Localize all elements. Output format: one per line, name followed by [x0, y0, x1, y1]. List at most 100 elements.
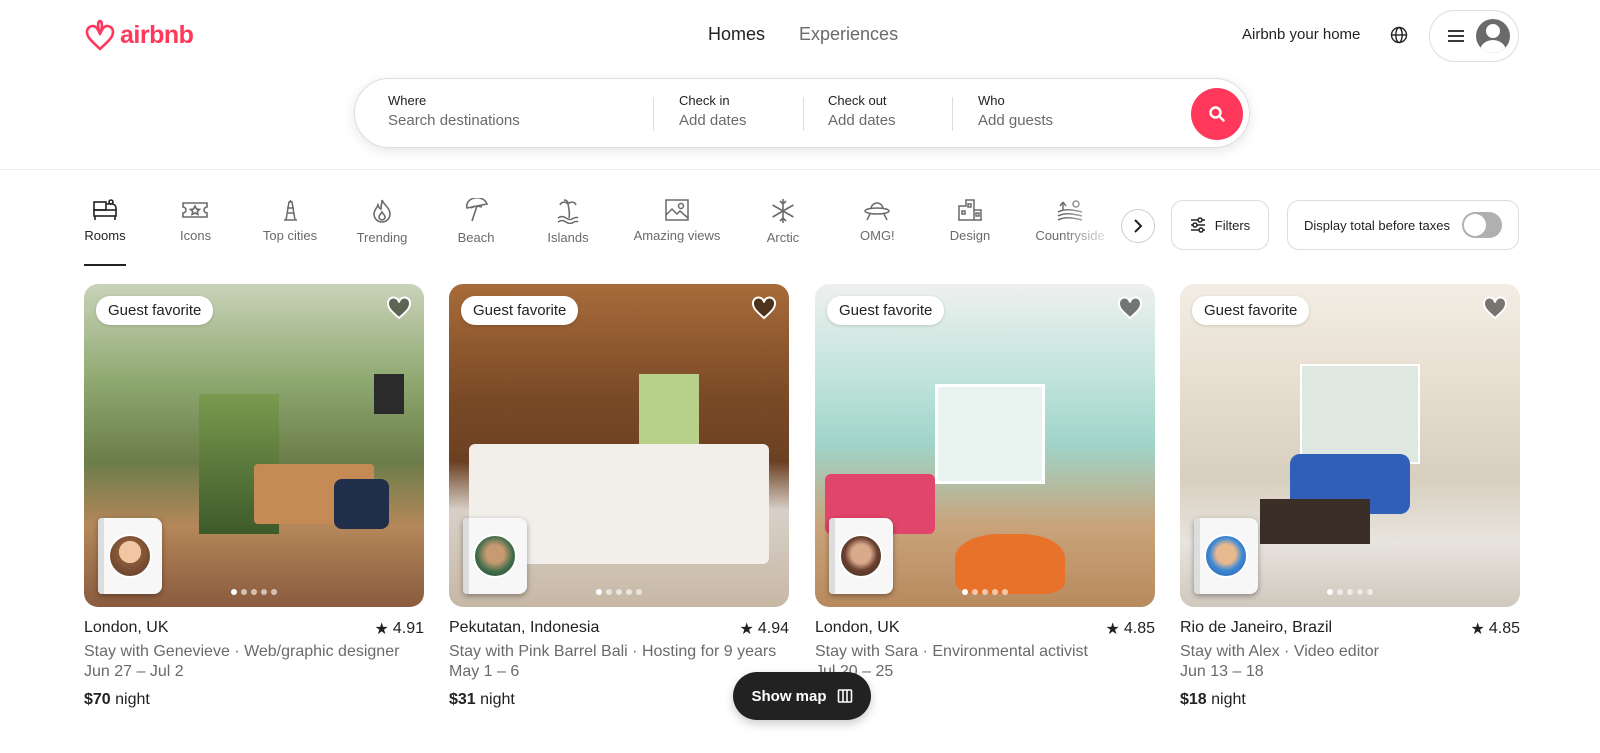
category-icons[interactable]: Icons [180, 198, 212, 243]
category-label: Arctic [766, 230, 800, 245]
umbrella-icon [465, 198, 489, 222]
listing-price: $18 night [1180, 691, 1520, 709]
listing-card[interactable]: Guest favorite Rio de Janeiro, Brazil ★ 4… [1180, 284, 1520, 709]
check-in-field[interactable]: Check in Add dates [679, 93, 747, 129]
sliders-icon [1190, 217, 1205, 233]
header: airbnb Homes Experiences Airbnb your hom… [0, 0, 1600, 170]
category-label: Beach [457, 230, 495, 245]
listing-host-line: Stay with Genevieve · Web/graphic design… [84, 643, 400, 660]
search-icon [1209, 106, 1225, 122]
listing-rating: ★ 4.85 [1106, 619, 1155, 639]
price-unit: night [480, 691, 515, 708]
host-card [98, 518, 162, 594]
guest-favorite-badge: Guest favorite [1192, 296, 1310, 325]
listing-photo[interactable]: Guest favorite [84, 284, 424, 607]
ticket-icon [182, 202, 208, 218]
airbnb-your-home-link[interactable]: Airbnb your home [1242, 26, 1360, 43]
tower-icon [284, 200, 297, 221]
check-out-placeholder: Add dates [828, 112, 896, 129]
listing-photo[interactable]: Guest favorite [1180, 284, 1520, 607]
category-islands[interactable]: Islands [546, 198, 590, 245]
listing-card[interactable]: Guest favorite London, UK ★ 4.85 Stay wit… [815, 284, 1155, 709]
search-button[interactable] [1191, 88, 1243, 140]
where-placeholder: Search destinations [388, 112, 520, 129]
guest-favorite-badge: Guest favorite [827, 296, 945, 325]
logo-text: airbnb [120, 20, 194, 49]
tab-experiences[interactable]: Experiences [799, 24, 898, 45]
star-icon: ★ [739, 621, 754, 638]
category-beach[interactable]: Beach [456, 198, 496, 245]
tax-toggle-label: Display total before taxes [1304, 217, 1450, 233]
globe-icon[interactable] [1390, 26, 1408, 49]
listing-rating: ★ 4.94 [740, 619, 789, 639]
category-label: Top cities [262, 228, 318, 243]
show-map-label: Show map [751, 687, 827, 705]
listing-photo[interactable]: Guest favorite [449, 284, 789, 607]
category-top-cities[interactable]: Top cities [262, 198, 318, 243]
photo-dots [84, 589, 424, 595]
guest-favorite-badge: Guest favorite [96, 296, 214, 325]
host-avatar [839, 534, 883, 578]
star-icon: ★ [1105, 621, 1120, 638]
category-label: Icons [180, 228, 212, 243]
where-field[interactable]: Where Search destinations [388, 93, 520, 129]
profile-menu-button[interactable] [1429, 10, 1519, 62]
category-design[interactable]: Design [948, 198, 992, 243]
heart-icon[interactable] [751, 296, 777, 325]
listing-rating: ★ 4.85 [1471, 619, 1520, 639]
listing-card[interactable]: Guest favorite London, UK ★ 4.91 Stay wit… [84, 284, 424, 709]
category-label: OMG! [860, 228, 895, 243]
search-bar: Where Search destinations Check in Add d… [354, 78, 1250, 148]
tax-toggle-box: Display total before taxes [1287, 200, 1519, 250]
view-icon [665, 199, 689, 221]
price-unit: night [1211, 691, 1246, 708]
photo-dots [815, 589, 1155, 595]
category-label: Rooms [84, 228, 126, 243]
host-avatar [1204, 534, 1248, 578]
category-label: Islands [547, 230, 589, 245]
star-icon: ★ [1470, 621, 1485, 638]
rating-value: 4.85 [1488, 620, 1520, 637]
who-field[interactable]: Who Add guests [978, 93, 1053, 129]
category-omg[interactable]: OMG! [860, 198, 895, 243]
listing-photo[interactable]: Guest favorite [815, 284, 1155, 607]
divider [653, 97, 654, 131]
heart-icon[interactable] [1482, 296, 1508, 325]
flame-icon [373, 199, 391, 223]
listing-host-line: Stay with Pink Barrel Bali · Hosting for… [449, 643, 777, 660]
show-map-button[interactable]: Show map [733, 672, 871, 720]
listing-dates: May 1 – 6 [449, 663, 520, 680]
tax-toggle-switch[interactable] [1462, 212, 1502, 238]
listing-location: London, UK [84, 619, 169, 636]
check-in-label: Check in [679, 93, 730, 108]
category-amazing-views[interactable]: Amazing views [632, 198, 722, 243]
filters-button[interactable]: Filters [1171, 200, 1269, 250]
tab-homes[interactable]: Homes [708, 24, 765, 45]
listing-price: $70 night [84, 691, 424, 709]
airbnb-logo[interactable]: airbnb [84, 18, 194, 52]
categories-next-button[interactable] [1121, 209, 1155, 243]
category-arctic[interactable]: Arctic [764, 198, 802, 245]
scroll-fade [1060, 198, 1118, 254]
category-label: Amazing views [633, 228, 721, 243]
category-trending[interactable]: Trending [356, 198, 408, 245]
category-rooms[interactable]: Rooms [84, 198, 126, 266]
heart-icon[interactable] [386, 296, 412, 325]
guest-favorite-badge: Guest favorite [461, 296, 579, 325]
price-unit: night [115, 691, 150, 708]
check-out-field[interactable]: Check out Add dates [828, 93, 896, 129]
user-avatar-icon [1476, 19, 1510, 53]
price-amount: $70 [84, 691, 111, 708]
bed-icon [93, 199, 117, 220]
chevron-right-icon [1134, 219, 1143, 233]
divider [803, 97, 804, 131]
island-icon [557, 199, 579, 224]
category-label: Design [949, 228, 991, 243]
map-icon [837, 689, 852, 703]
heart-icon[interactable] [1117, 296, 1143, 325]
host-card [829, 518, 893, 594]
listing-card[interactable]: Guest favorite Pekutatan, Indonesia ★ 4.9… [449, 284, 789, 709]
rating-value: 4.91 [392, 620, 424, 637]
rating-value: 4.85 [1123, 620, 1155, 637]
listing-host-line: Stay with Sara · Environmental activist [815, 643, 1088, 660]
